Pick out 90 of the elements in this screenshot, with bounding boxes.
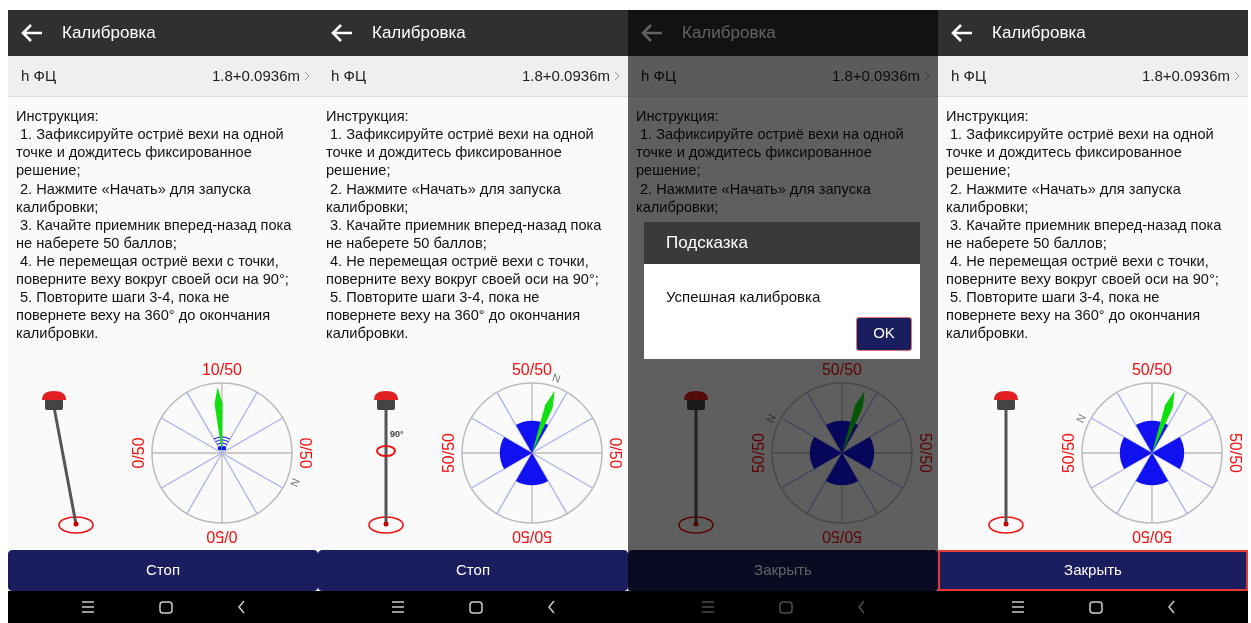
instruction-step: 3. Качайте приемник вперед-назад пока не наберете 50 баллов; xyxy=(326,215,612,252)
ok-button[interactable]: OK xyxy=(856,316,912,351)
instruction-step: 3. Качайте приемник вперед-назад пока не наберете 50 баллов; xyxy=(946,215,1232,252)
chevron-icon xyxy=(924,70,930,81)
chevron-icon xyxy=(614,70,620,81)
home-icon[interactable] xyxy=(158,600,173,614)
action-button[interactable]: Стоп xyxy=(318,550,628,592)
instruction-step: 4. Не перемещая остриё вехи с точки, поверните веху вокруг своей оси на 90°; xyxy=(326,251,612,289)
action-button[interactable]: Закрыть xyxy=(938,550,1248,592)
instruction-step: 2. Нажмите «Начать» для запуска калибровки; xyxy=(636,179,922,216)
coverage-sector xyxy=(1119,437,1152,470)
home-icon[interactable] xyxy=(1088,600,1103,614)
action-button[interactable]: Стоп xyxy=(8,550,318,592)
instructions-title: Инструкция: xyxy=(946,107,1030,126)
dialog-message: Успешная калибровка xyxy=(665,287,822,307)
menu-icon[interactable] xyxy=(390,601,405,613)
instruction-step: 1. Зафиксируйте остриё вехи на одной точке и дождитесь фиксированное решение; xyxy=(16,125,302,180)
chevron-icon xyxy=(304,70,310,81)
sector-count: 0/50 xyxy=(607,437,624,469)
instructions-title: Инструкция: xyxy=(16,107,100,126)
instructions-title: Инструкция: xyxy=(636,107,720,126)
antenna-height-row[interactable]: h ФЦ 1.8+0.0936m xyxy=(8,55,318,98)
sector-count: 0/50 xyxy=(130,437,147,469)
sector-count: 50/50 xyxy=(1227,433,1244,474)
north-label: N xyxy=(288,476,303,489)
coverage-sector xyxy=(499,437,532,470)
instruction-step: 4. Не перемещая остриё вехи с точки, поверните веху вокруг своей оси на 90°; xyxy=(16,251,302,289)
back-arrow-icon[interactable] xyxy=(330,22,354,43)
coverage-sector xyxy=(515,453,549,486)
sector-count: 50/50 xyxy=(750,433,767,474)
row-value: 1.8+0.0936m xyxy=(1142,65,1230,86)
coverage-sector xyxy=(809,437,842,470)
sector-count: 50/50 xyxy=(512,361,552,379)
coverage-sector xyxy=(842,437,875,470)
sector-count: 50/50 xyxy=(440,433,457,474)
instruction-step: 5. Повторите шаги 3-4, пока не повернете веху на 360° до окончания калибровки. xyxy=(16,288,302,343)
row-label: h ФЦ xyxy=(951,65,986,86)
home-icon[interactable] xyxy=(468,600,483,614)
sector-count: 0/50 xyxy=(297,437,314,469)
row-value: 1.8+0.0936m xyxy=(832,65,920,86)
row-label: h ФЦ xyxy=(641,65,676,86)
row-value: 1.8+0.0936m xyxy=(522,65,610,86)
compass-needle xyxy=(842,391,865,454)
screen-title: Калибровка xyxy=(372,22,466,44)
coverage-sector xyxy=(1152,437,1185,470)
chevron-icon xyxy=(1234,70,1240,81)
compass-needle xyxy=(532,391,555,454)
sector-count: 50/50 xyxy=(1132,528,1172,546)
row-label: h ФЦ xyxy=(331,65,366,86)
back-icon[interactable] xyxy=(546,600,556,614)
instruction-step: 4. Не перемещая остриё вехи с точки, поверните веху вокруг своей оси на 90°; xyxy=(946,251,1232,289)
instruction-step: 1. Зафиксируйте остриё вехи на одной точке и дождитесь фиксированное решение; xyxy=(636,125,922,180)
screen-title: Калибровка xyxy=(992,22,1086,44)
sector-count: 50/50 xyxy=(822,361,862,379)
instruction-step: 5. Повторите шаги 3-4, пока не повернете веху на 360° до окончания калибровки. xyxy=(326,288,612,343)
north-label: N xyxy=(550,371,563,386)
row-label: h ФЦ xyxy=(21,65,56,86)
instructions-title: Инструкция: xyxy=(326,107,410,126)
row-value: 1.8+0.0936m xyxy=(212,65,300,86)
screen-title: Калибровка xyxy=(682,22,776,44)
sector-count: 0/50 xyxy=(206,528,238,546)
sector-count: 50/50 xyxy=(1132,361,1172,379)
sector-count: 50/50 xyxy=(512,528,552,546)
back-arrow-icon[interactable] xyxy=(950,22,974,43)
screen-title: Калибровка xyxy=(62,22,156,44)
instruction-step: 2. Нажмите «Начать» для запуска калибровки; xyxy=(16,179,302,216)
antenna-height-row[interactable]: h ФЦ 1.8+0.0936m xyxy=(318,55,628,98)
menu-icon[interactable] xyxy=(80,601,95,613)
back-arrow-icon[interactable] xyxy=(20,22,44,43)
back-icon[interactable] xyxy=(1166,600,1176,615)
coverage-arcs xyxy=(213,436,231,451)
sector-count: 50/50 xyxy=(917,433,934,474)
compass-needle xyxy=(1152,391,1175,454)
dialog-title: Подсказка xyxy=(666,232,748,255)
back-icon[interactable] xyxy=(236,600,246,614)
instruction-step: 1. Зафиксируйте остриё вехи на одной точке и дождитесь фиксированное решение; xyxy=(326,125,612,180)
menu-icon[interactable] xyxy=(1010,601,1025,614)
instruction-step: 2. Нажмите «Начать» для запуска калибровки; xyxy=(946,179,1232,216)
instruction-step: 1. Зафиксируйте остриё вехи на одной точке и дождитесь фиксированное решение; xyxy=(946,125,1232,180)
sector-count: 10/50 xyxy=(202,361,242,379)
coverage-sector xyxy=(825,453,859,486)
instruction-step: 2. Нажмите «Начать» для запуска калибровки; xyxy=(326,179,612,216)
angle-label: 90° xyxy=(390,429,404,440)
antenna-height-row[interactable]: h ФЦ 1.8+0.0936m xyxy=(938,55,1248,98)
sector-count: 50/50 xyxy=(1060,433,1077,474)
instruction-step: 3. Качайте приемник вперед-назад пока не наберете 50 баллов; xyxy=(16,215,302,252)
coverage-sector xyxy=(1135,453,1169,486)
north-label: N xyxy=(1073,412,1089,425)
sector-count: 50/50 xyxy=(822,528,862,546)
instruction-step: 5. Повторите шаги 3-4, пока не повернете веху на 360° до окончания калибровки. xyxy=(946,288,1232,343)
